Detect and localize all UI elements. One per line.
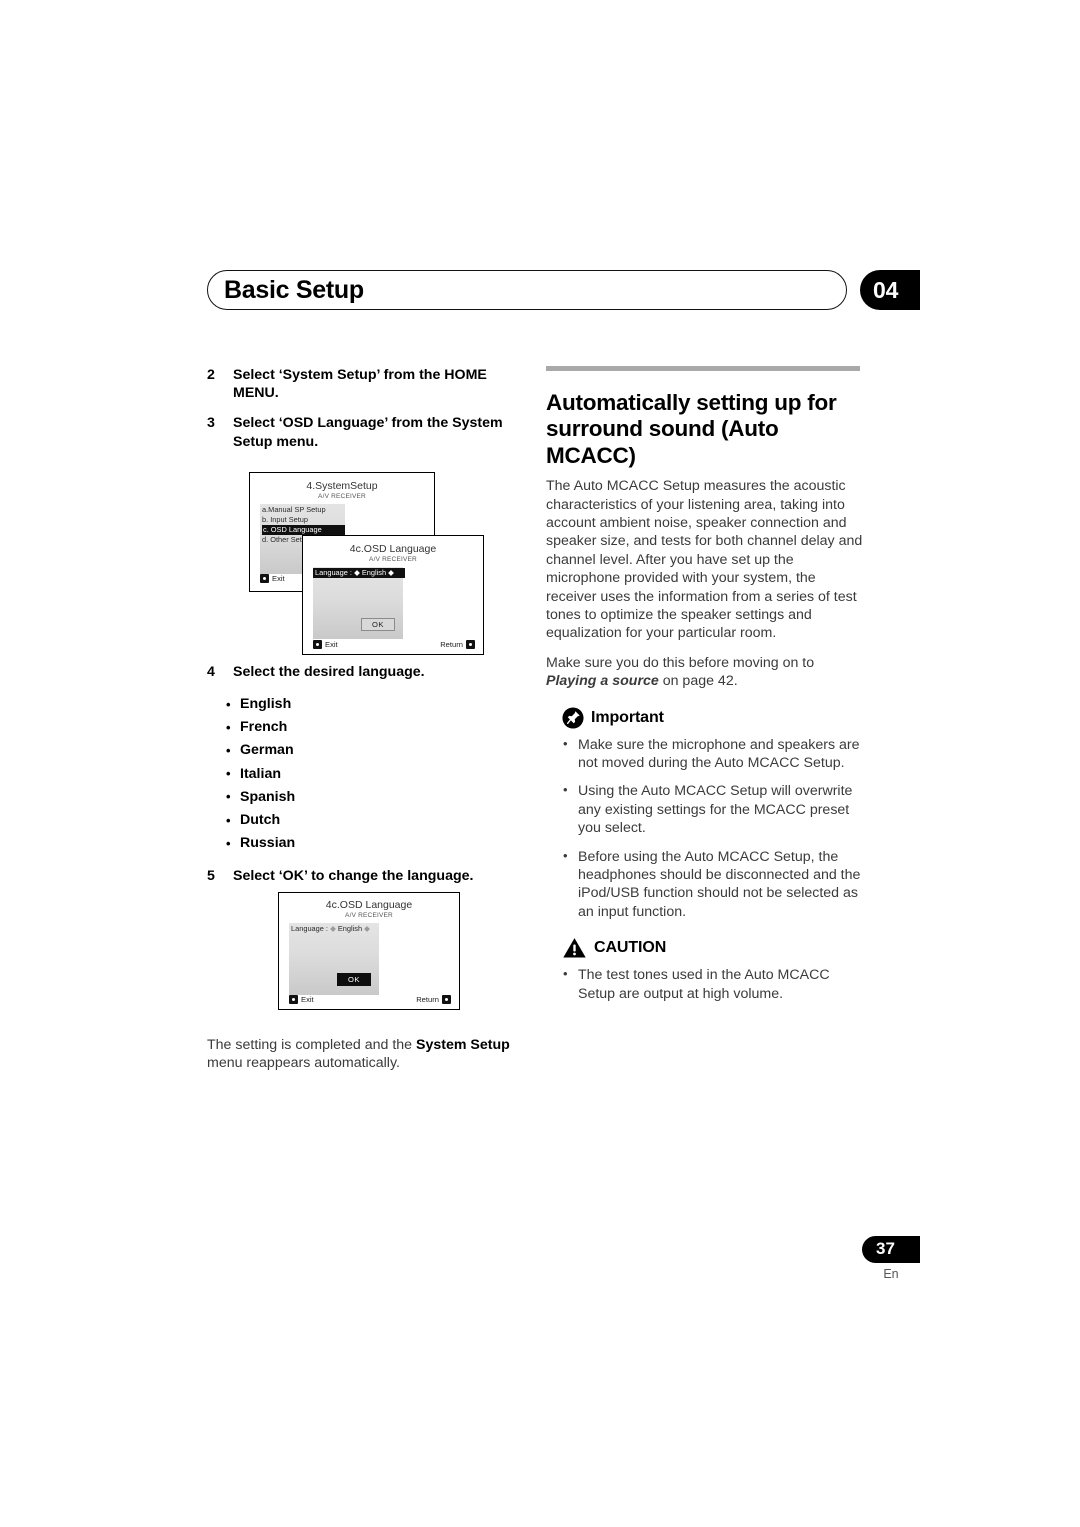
left-arrow-icon[interactable]: ◆ (330, 924, 338, 933)
page-title: Basic Setup (224, 276, 364, 304)
list-item: Spanish (226, 785, 525, 809)
language-code: En (883, 1267, 899, 1281)
step-4-text: Select the desired language. (233, 663, 425, 680)
osd-exit-label: Exit (325, 640, 338, 649)
step-3-number: 3 (207, 415, 215, 432)
step-2: 2 Select ‘System Setup’ from the HOME MEN… (207, 366, 525, 402)
closing-pre: The setting is completed and the (207, 1036, 416, 1053)
step-3: 3 Select ‘OSD Language’ from the System S… (207, 414, 525, 450)
caution-label: CAUTION (594, 939, 667, 957)
return-key-icon (442, 995, 451, 1004)
home-key-icon (289, 995, 298, 1004)
step-4-number: 4 (207, 663, 215, 680)
list-item: French (226, 716, 525, 739)
chapter-tab: 04 (860, 270, 920, 310)
list-item: English (226, 693, 525, 716)
osd-title: 4.SystemSetup (306, 480, 378, 492)
caution-bullets: The test tones used in the Auto MCACC Se… (546, 965, 864, 1003)
step-4: 4 Select the desired language. (207, 663, 525, 681)
see-also-paragraph: Make sure you do this before moving on t… (546, 654, 864, 691)
manual-page: Basic Setup 04 2 Select ‘System Setup’ fr… (0, 0, 1080, 1527)
osd-return-label: Return (416, 995, 439, 1004)
osd-language-row-value: English (361, 568, 387, 577)
important-callout-header: Important (562, 707, 864, 729)
list-item: German (226, 739, 525, 762)
list-item: Dutch (226, 809, 525, 832)
osd-screen-osd-language-step5: 4c.OSD Language A/V RECEIVER Language : … (278, 892, 460, 1010)
return-key-icon (466, 640, 475, 649)
left-arrow-icon[interactable]: ◆ (354, 568, 362, 577)
see-also-reference: Playing a source (546, 673, 659, 690)
home-key-icon (313, 640, 322, 649)
important-bullets: Make sure the microphone and speakers ar… (546, 735, 864, 922)
see-also-post: on page 42. (658, 673, 738, 690)
intro-paragraph: The Auto MCACC Setup measures the acoust… (546, 478, 863, 642)
osd-language-row-value: English (337, 924, 363, 933)
osd-menu-item-osd-language[interactable]: c. OSD Language (262, 525, 345, 535)
see-also-pre: Make sure you do this before moving on t… (546, 654, 815, 671)
section-rule (546, 366, 860, 371)
list-item: The test tones used in the Auto MCACC Se… (562, 965, 864, 1003)
step-2-number: 2 (207, 367, 215, 383)
osd-subtitle: A/V RECEIVER (345, 912, 393, 919)
list-item: Make sure the microphone and speakers ar… (562, 735, 864, 773)
osd-exit-label: Exit (301, 995, 314, 1004)
list-item: Before using the Auto MCACC Setup, the h… (562, 847, 864, 922)
osd-menu-item-manual-sp-setup[interactable]: a.Manual SP Setup (262, 505, 344, 515)
osd-exit-button[interactable]: Exit (313, 640, 338, 649)
osd-menu-item-input-setup[interactable]: b. Input Setup (262, 515, 344, 525)
page-header: Basic Setup 04 (207, 270, 920, 312)
osd-return-button[interactable]: Return (440, 640, 475, 649)
osd-subtitle: A/V RECEIVER (318, 493, 366, 500)
home-key-icon (260, 574, 269, 583)
caution-callout-header: CAUTION (562, 937, 864, 959)
right-arrow-icon[interactable]: ◆ (388, 568, 394, 577)
osd-language-row[interactable]: Language : ◆ English ◆ (289, 924, 381, 934)
osd-ok-button[interactable]: OK (337, 973, 371, 986)
osd-exit-button[interactable]: Exit (289, 995, 314, 1004)
osd-ok-button[interactable]: OK (361, 618, 395, 631)
osd-subtitle: A/V RECEIVER (369, 556, 417, 563)
osd-title: 4c.OSD Language (325, 899, 413, 911)
list-item: Using the Auto MCACC Setup will overwrit… (562, 781, 864, 837)
osd-language-row-label: Language : (291, 924, 328, 933)
step-2-text: Select ‘System Setup’ from the HOME MENU… (233, 367, 487, 402)
warning-triangle-icon (563, 938, 586, 958)
important-label: Important (591, 708, 664, 726)
list-item: Russian (226, 832, 525, 855)
language-list: English French German Italian Spanish Du… (207, 693, 525, 856)
closing-bold: System Setup (416, 1036, 510, 1053)
list-item: Italian (226, 762, 525, 786)
section-title: Automatically setting up for surround so… (546, 389, 837, 468)
right-column: Automatically setting up for surround so… (546, 366, 864, 1013)
pushpin-icon (562, 707, 584, 729)
closing-paragraph: The setting is completed and the System … (207, 1036, 525, 1073)
step-5: 5 Select ‘OK’ to change the language. (207, 867, 525, 885)
chapter-number: 04 (873, 277, 899, 303)
step-5-number: 5 (207, 868, 215, 885)
osd-return-button[interactable]: Return (416, 995, 451, 1004)
osd-screen-osd-language-step3: 4c.OSD Language A/V RECEIVER Language : … (302, 535, 484, 655)
osd-language-row[interactable]: Language : ◆ English ◆ (313, 568, 405, 578)
osd-title: 4c.OSD Language (349, 543, 437, 555)
right-arrow-icon[interactable]: ◆ (364, 924, 370, 933)
osd-language-row-label: Language : (315, 568, 352, 577)
osd-return-label: Return (440, 640, 463, 649)
osd-exit-label: Exit (272, 574, 285, 583)
step-3-text: Select ‘OSD Language’ from the System Se… (233, 415, 503, 450)
closing-post: menu reappears automatically. (207, 1055, 400, 1072)
page-number: 37 (876, 1239, 895, 1258)
step-5-text: Select ‘OK’ to change the language. (233, 868, 474, 885)
page-number-tab: 37 (862, 1236, 920, 1263)
osd-exit-button[interactable]: Exit (260, 574, 285, 583)
